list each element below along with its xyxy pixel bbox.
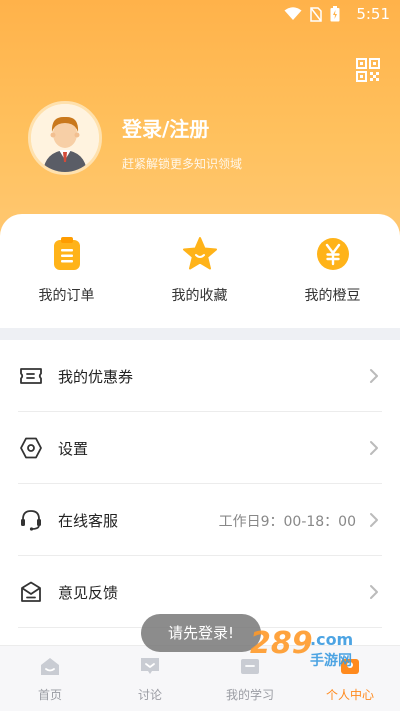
default-avatar-icon	[31, 104, 99, 172]
chevron-right-icon	[370, 513, 378, 527]
toast-message: 请先登录!	[141, 614, 261, 652]
chevron-right-icon	[370, 441, 378, 455]
chevron-right-icon	[370, 585, 378, 599]
chevron-right-icon	[370, 369, 378, 383]
my-favorites-label: 我的收藏	[171, 288, 228, 304]
settings-hexagon-icon	[20, 437, 42, 459]
svg-text:手游网: 手游网	[310, 652, 352, 669]
tab-label: 讨论	[137, 688, 162, 702]
chat-icon	[141, 658, 159, 674]
my-orders-button[interactable]: 我的订单	[0, 214, 133, 328]
qr-code-icon[interactable]	[356, 58, 380, 82]
battery-icon	[330, 6, 340, 22]
section-gap	[0, 328, 400, 340]
no-sim-icon	[310, 6, 322, 22]
my-favorites-button[interactable]: 我的收藏	[133, 214, 266, 328]
tab-label: 个人中心	[325, 688, 374, 702]
login-register-link[interactable]: 登录/注册	[122, 113, 209, 142]
menu-item-settings[interactable]: 设置	[0, 412, 400, 484]
my-orange-beans-button[interactable]: 我的橙豆	[266, 214, 399, 328]
tab-label: 我的学习	[225, 688, 274, 702]
tab-home[interactable]: 首页	[0, 646, 100, 711]
menu-item-label: 设置	[58, 440, 89, 458]
headset-icon	[21, 510, 41, 531]
menu-item-coupons[interactable]: 我的优惠券	[0, 340, 400, 412]
status-time: 5:51	[356, 5, 390, 23]
status-bar: 5:51	[0, 0, 400, 28]
my-orange-beans-label: 我的橙豆	[304, 288, 361, 304]
my-orders-label: 我的订单	[38, 288, 95, 304]
menu-item-label: 在线客服	[58, 512, 119, 530]
menu-item-online-service[interactable]: 在线客服 工作日9：00-18：00	[0, 484, 400, 556]
svg-text:.com: .com	[310, 630, 353, 649]
clipboard-icon	[53, 237, 80, 270]
site-watermark-logo: 289 .com 手游网	[250, 626, 353, 669]
star-icon	[182, 237, 217, 270]
feedback-envelope-icon	[21, 581, 41, 602]
quick-actions-card: 我的订单 我的收藏 我的橙豆	[0, 214, 400, 328]
login-subtitle: 赶紧解锁更多知识领域	[122, 157, 243, 171]
menu-item-label: 意见反馈	[58, 584, 119, 602]
tab-label: 首页	[37, 688, 62, 702]
wifi-icon	[284, 7, 302, 20]
home-icon	[41, 658, 59, 675]
svg-text:289: 289	[250, 626, 313, 661]
tab-discussion[interactable]: 讨论	[100, 646, 200, 711]
settings-menu-list: 我的优惠券 设置 在线客服 工作日9：00-18：00 意见反馈	[0, 340, 400, 645]
menu-item-label: 我的优惠券	[58, 368, 134, 386]
yen-coin-icon	[316, 238, 349, 270]
coupon-icon	[20, 368, 42, 384]
avatar[interactable]	[28, 101, 102, 175]
service-hours: 工作日9：00-18：00	[218, 514, 356, 530]
